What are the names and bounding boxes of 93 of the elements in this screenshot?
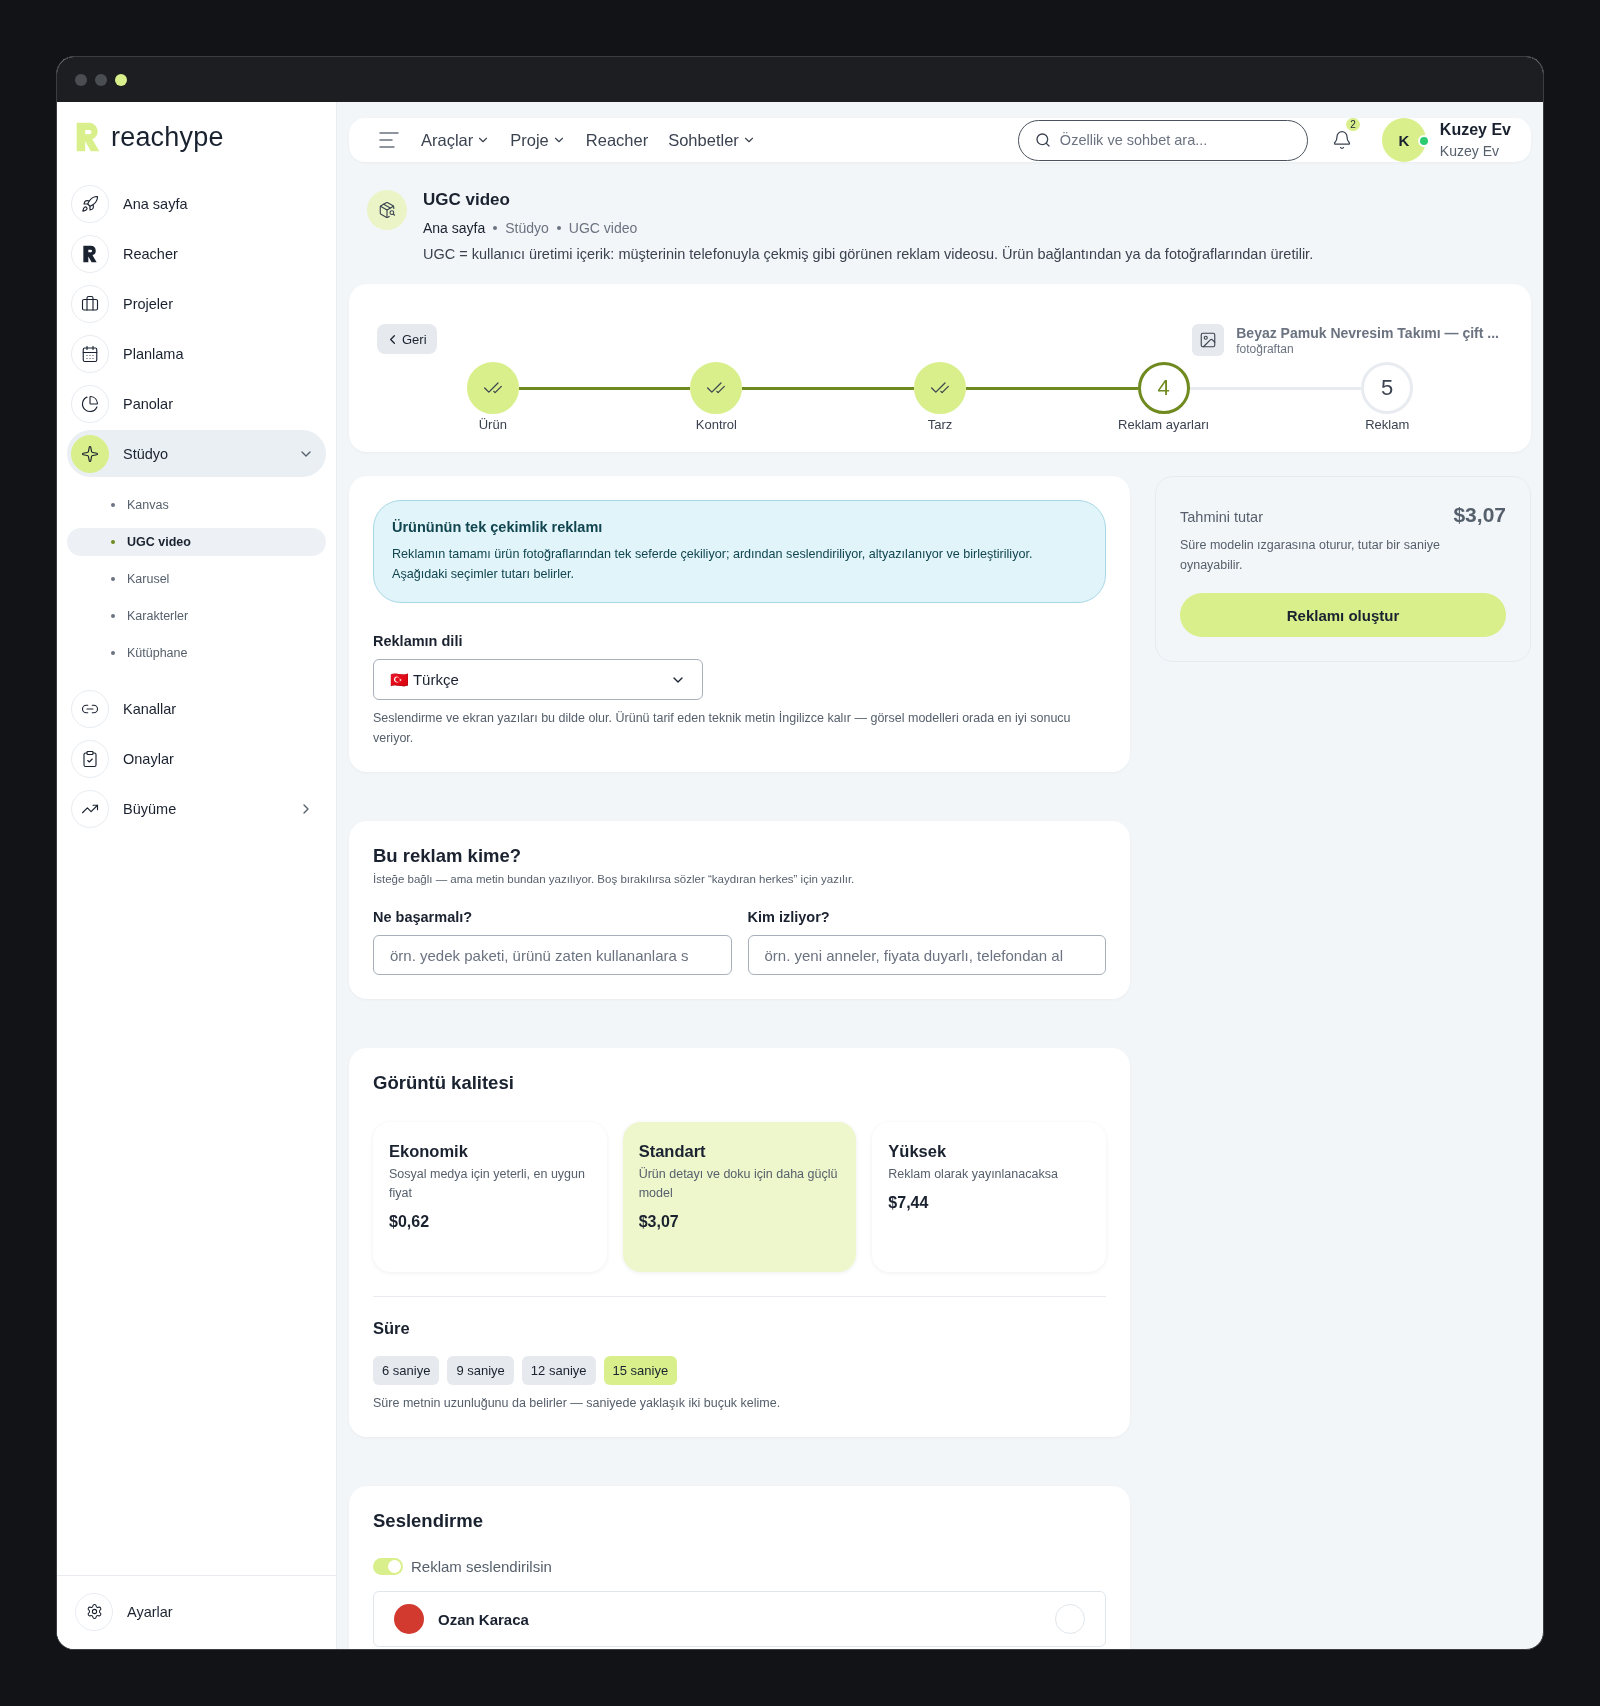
window-close-dot[interactable] [75,73,87,86]
sidebar-item[interactable]: Kanallar [67,685,326,732]
user-avatar[interactable]: K [1381,118,1426,162]
section-title: Seslendirme [373,1510,485,1533]
create-ad-button[interactable]: Reklamı oluştur [1180,593,1506,637]
step-label: Ürün [478,417,507,432]
field-label: Kim izliyor? [747,909,831,926]
sidebar-item[interactable]: Planlama [67,330,326,377]
top-menu-item[interactable]: Sohbetler [668,130,756,150]
option-price: $0,62 [389,1212,431,1231]
briefcase-icon [81,294,99,313]
top-menu-item[interactable]: Proje [510,130,566,150]
sidebar-subitem[interactable]: Karakterler [67,602,326,630]
settings-icon [85,1603,103,1620]
top-menu-item[interactable]: Reacher [585,130,649,150]
sidebar-item[interactable]: Projeler [67,280,326,327]
user-name: Kuzey Ev [1439,121,1511,139]
info-text: Reklamın tamamı ürün fotoğraflarından tek seferde çekiliyor; ardından seslendiriliyor, altyazılanıyor ve birleştiriliyor. Aşağıdaki seçimler tutarı belirler. [392,546,1034,583]
user-subtitle: Kuzey Ev [1439,143,1500,159]
image-icon [1192,324,1225,356]
section-title: Bu reklam kime? [373,845,523,868]
quality-option[interactable]: Standart Ürün detayı ve doku için daha güçlü model $3,07 [622,1122,857,1273]
breadcrumb-link[interactable]: UGC video [568,220,638,236]
toggle-label: Reklam seslendirilsin [411,1558,552,1576]
top-menu-item[interactable]: Araçlar [421,130,491,150]
settings-item[interactable]: Ayarlar [71,1588,322,1635]
breadcrumb-link[interactable]: Ana sayfa [423,220,486,236]
duration-chip[interactable]: 15 saniye [603,1356,678,1386]
section-title: Süre [373,1319,411,1339]
field-label: Reklamın dili [373,633,464,650]
page-description: UGC = kullanıcı üretimi içerik: müşterinin telefonuyla çekmiş gibi görünen reklam videosu. Ürün bağlantından ya da fotoğraflarından üretilir. [423,246,1314,262]
page-title: UGC video [423,190,511,210]
estimate-label: Tahmini tutar [1180,509,1263,525]
step-label: Tarz [927,417,953,432]
duration-chip[interactable]: 12 saniye [521,1356,596,1386]
voice-row[interactable]: Ozan Karaca [373,1591,1106,1648]
sidebar-subitem[interactable]: Karusel [67,565,326,593]
option-description: Reklam olarak yayınlanacaksa [888,1166,1059,1184]
section-subtitle: İsteğe bağlı — ama metin bundan yazılıyor. Boş bırakılırsa sözler “kaydıran herkes” için yazılır. [373,873,856,886]
sidebar-subitem[interactable]: Kanvas [67,491,326,519]
calendar-icon [81,344,99,363]
step-label: Reklam [1365,417,1410,432]
quality-option[interactable]: Yüksek Reklam olarak yayınlanacaksa $7,44 [872,1122,1106,1273]
step-indicator: 4 [1137,362,1190,414]
product-source: fotoğraftan [1236,341,1295,356]
step-indicator: 5 [1361,362,1414,414]
option-description: Sosyal medya için yeterli, en uygun fiyat [389,1166,586,1202]
clipboard-check-icon [81,749,99,768]
step-label: Kontrol [695,417,737,432]
bell-icon[interactable] [1331,130,1352,150]
option-name: Ekonomik [389,1142,469,1162]
toggle-switch[interactable] [373,1558,403,1576]
option-name: Yüksek [888,1142,948,1162]
window-zoom-dot[interactable] [115,73,127,86]
sidebar-item[interactable]: Reacher [67,230,326,277]
option-price: $3,07 [638,1212,680,1231]
duration-chip[interactable]: 6 saniye [373,1356,440,1386]
estimate-note: Süre modelin ızgarasına oturur, tutar bir saniye oynayabilir. [1180,537,1441,574]
option-description: Ürün detayı ve doku için daha güçlü model [638,1166,839,1202]
step-label: Reklam ayarları [1118,417,1210,432]
star-icon [81,444,99,463]
section-title: Görüntü kalitesi [373,1072,515,1095]
sidebar-subitem[interactable]: UGC video [67,528,326,556]
field-hint: Seslendirme ve ekran yazıları bu dilde olur. Ürünü tarif eden teknik metin İngilizce kalır — görsel modelleri orada en iyi sonucu veriyor. [373,710,1072,748]
package-icon [367,190,407,230]
sidebar-item[interactable]: Büyüme [67,785,326,832]
window-minimize-dot[interactable] [95,73,107,86]
play-button[interactable] [1055,1604,1085,1635]
sidebar-item[interactable]: Panolar [67,380,326,427]
field-label: Ne başarmalı? [373,909,474,926]
brand-name: reachype [111,121,224,153]
pie-chart-icon [81,394,99,413]
back-button[interactable]: Geri [377,324,437,354]
rocket-icon [81,194,99,213]
product-name: Beyaz Pamuk Nevresim Takımı — çift ... [1236,324,1499,341]
estimate-amount: $3,07 [1453,503,1506,527]
duration-chip[interactable]: 9 saniye [447,1356,514,1386]
language-select[interactable]: 🇹🇷 Türkçe [373,659,703,701]
sidebar-item[interactable]: Ana sayfa [67,180,326,227]
sidebar-item[interactable]: Stüdyo [67,430,326,477]
notification-badge: 2 [1346,118,1360,131]
info-title: Ürününün tek çekimlik reklamı [392,519,604,535]
field-hint: Süre metnin uzunluğunu da belirler — saniyede yaklaşık iki buçuk kelime. [373,1395,782,1413]
breadcrumb-link[interactable]: Stüdyo [505,220,549,236]
sidebar-item[interactable]: Onaylar [67,735,326,782]
quality-option[interactable]: Ekonomik Sosyal medya için yeterli, en uygun fiyat $0,62 [373,1122,607,1273]
input-field[interactable]: örn. yeni anneler, fiyata duyarlı, telefondan al [747,935,1106,976]
voice-avatar [394,1604,424,1635]
search-field[interactable]: Özellik ve sohbet ara... [1017,119,1308,161]
input-field[interactable]: örn. yedek paketi, ürünü zaten kullananlara s [373,935,732,976]
sidebar-subitem[interactable]: Kütüphane [67,639,326,667]
option-name: Standart [638,1142,707,1162]
option-price: $7,44 [888,1193,930,1212]
